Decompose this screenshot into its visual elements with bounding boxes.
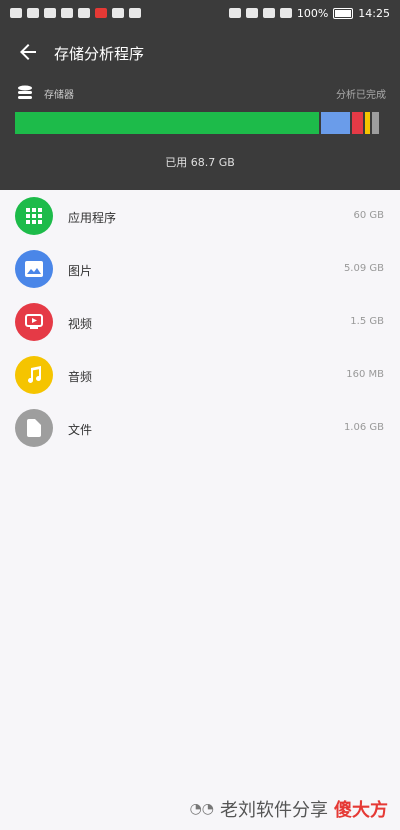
file-icon: [15, 409, 53, 447]
storage-row: 存储器 分析已完成: [16, 84, 386, 102]
image-icon: [15, 250, 53, 288]
status-left: [10, 8, 141, 18]
video-icon: [15, 303, 53, 341]
used-storage-text: 已用 68.7 GB: [165, 156, 235, 169]
bluetooth-icon: [279, 8, 292, 18]
category-item-videos[interactable]: 视频 1.5 GB: [0, 296, 400, 349]
signal-icon: [27, 8, 39, 18]
storage-usage-bar: [15, 112, 387, 134]
wechat-logo-icon: ◔◔: [189, 801, 214, 817]
watermark-text: 老刘软件分享: [220, 800, 328, 821]
item-size: 160 MB: [346, 369, 384, 380]
database-icon: [18, 85, 32, 99]
back-arrow-icon[interactable]: [16, 40, 40, 64]
watermark: ◔◔ 老刘软件分享 傻大方: [190, 796, 388, 822]
storage-bar-segment-2: [352, 112, 363, 134]
item-label: 图片: [68, 264, 93, 278]
item-size: 5.09 GB: [343, 263, 384, 274]
item-label: 应用程序: [68, 211, 117, 225]
item-size: 60 GB: [353, 210, 384, 221]
storage-bar-segment-3: [365, 112, 370, 134]
sim-icon: [10, 8, 22, 18]
message-icon: [112, 8, 124, 18]
storage-bar-segment-4: [372, 112, 379, 134]
status-bar: 100% 14:25: [0, 0, 400, 26]
wechat-icon: [78, 8, 90, 18]
category-list: 应用程序 60 GB 图片 5.09 GB 视频 1.5 GB 音频 160 M…: [0, 190, 400, 455]
item-size: 1.5 GB: [350, 316, 384, 327]
item-label: 文件: [68, 423, 93, 437]
page-title: 存储分析程序: [54, 45, 145, 63]
wifi-icon: [61, 8, 73, 18]
alarm-icon: [262, 8, 275, 18]
nfc-icon: [228, 8, 241, 18]
clock: 14:25: [358, 6, 390, 20]
category-item-audio[interactable]: 音频 160 MB: [0, 349, 400, 402]
category-item-apps[interactable]: 应用程序 60 GB: [0, 190, 400, 243]
storage-bar-segment-1: [321, 112, 350, 134]
signal-icon-2: [44, 8, 56, 18]
category-item-images[interactable]: 图片 5.09 GB: [0, 243, 400, 296]
storage-bar-segment-0: [15, 112, 319, 134]
apps-grid-icon: [15, 197, 53, 235]
item-label: 音频: [68, 370, 93, 384]
watermark-brand: 傻大方: [334, 800, 388, 821]
header: 存储分析程序 存储器 分析已完成 已用 68.7 GB: [0, 26, 400, 190]
battery-icon: [333, 7, 354, 19]
music-icon: [15, 356, 53, 394]
app-icon: [129, 8, 141, 18]
item-label: 视频: [68, 317, 93, 331]
category-item-files[interactable]: 文件 1.06 GB: [0, 402, 400, 455]
analysis-status: 分析已完成: [336, 90, 386, 101]
vibrate-icon: [245, 8, 258, 18]
status-right: 100% 14:25: [228, 6, 390, 20]
item-size: 1.06 GB: [343, 422, 384, 433]
battery-percent: 100%: [296, 6, 329, 20]
storage-label: 存储器: [44, 90, 74, 101]
app-notification-icon: [95, 8, 107, 18]
